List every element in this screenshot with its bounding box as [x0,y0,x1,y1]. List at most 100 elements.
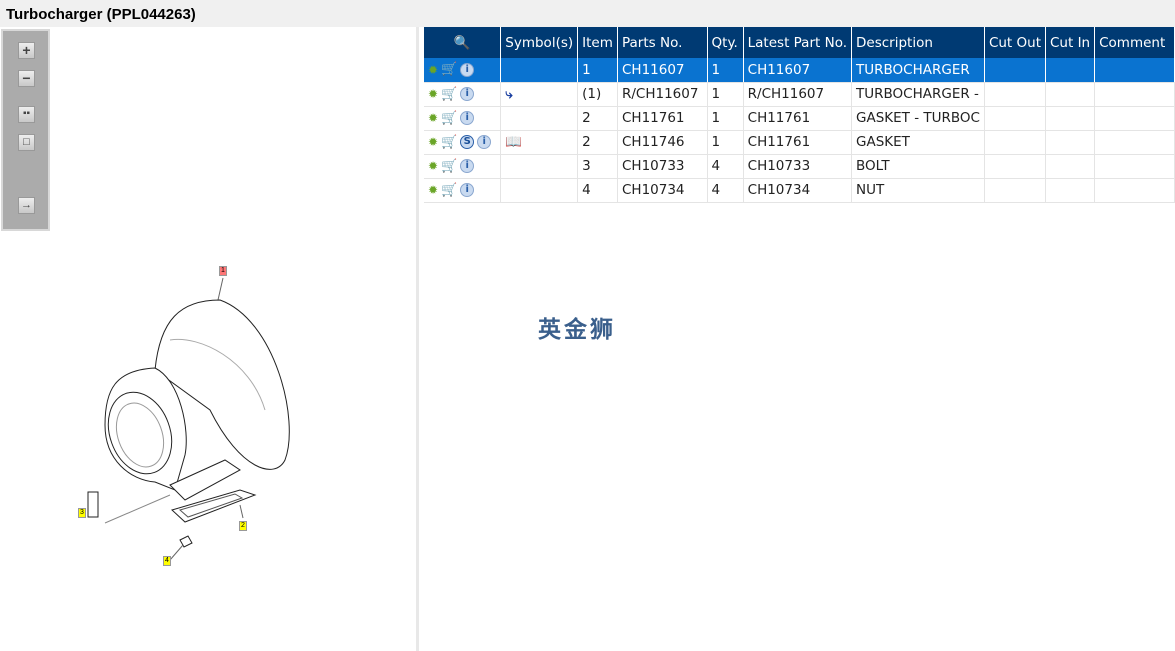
qty-cell: 1 [707,82,744,107]
replacement-icon[interactable]: ⤷ [505,86,513,102]
gear-icon[interactable]: ✹ [428,159,438,173]
cart-icon[interactable]: 🛒 [441,135,457,150]
zoom-in-icon[interactable]: + [18,42,35,59]
symbol-cell [500,154,579,179]
info-icon[interactable]: i [460,62,475,77]
comment-cell [1094,178,1175,203]
cut-in-cell [1045,178,1096,203]
item-cell: 2 [577,106,618,131]
cut-out-cell [984,82,1047,107]
cut-in-cell [1045,130,1096,155]
zoom-out-icon[interactable]: − [18,70,35,87]
item-cell: (1) [577,82,618,107]
info-icon[interactable]: i [460,111,475,125]
comment-cell [1094,106,1175,131]
diagram-toolbar: + − ▪▪ □ → [1,29,50,231]
col-parts-no[interactable]: Parts No. [617,27,708,58]
cart-icon[interactable]: 🛒 [441,87,457,102]
symbol-cell [500,106,579,131]
gear-icon[interactable]: ✹ [428,135,438,149]
latest-part-cell: CH11761 [743,106,853,131]
gear-icon[interactable]: ✹ [428,63,438,77]
description-cell: BOLT [851,154,985,179]
col-qty[interactable]: Qty. [707,27,744,58]
supersession-icon[interactable]: S [460,135,475,149]
item-cell: 1 [577,58,618,83]
callout-2[interactable]: 2 [239,521,247,531]
table-row[interactable]: ✹ 🛒 i 4 CH10734 4 CH10734 NUT [424,178,1175,203]
callout-4[interactable]: 4 [163,556,171,566]
cut-in-cell [1045,58,1096,83]
comment-cell [1094,154,1175,179]
gear-icon[interactable]: ✹ [428,111,438,125]
part-no-cell: CH11761 [617,106,708,131]
col-symbols[interactable]: Symbol(s) [500,27,579,58]
cart-icon[interactable]: 🛒 [441,159,457,174]
callout-1[interactable]: 1 [219,266,227,276]
book-icon[interactable]: 📖 [505,134,522,150]
item-cell: 4 [577,178,618,203]
qty-cell: 4 [707,178,744,203]
table-row[interactable]: ✹ 🛒 i 3 CH10733 4 CH10733 BOLT [424,154,1175,179]
item-cell: 2 [577,130,618,155]
cut-out-cell [984,58,1047,83]
part-no-cell: CH10734 [617,178,708,203]
col-comment[interactable]: Comment [1094,27,1175,58]
fit-all-icon[interactable]: ▪▪ [18,106,35,123]
cut-out-cell [984,154,1047,179]
description-cell: NUT [851,178,985,203]
latest-part-cell: CH11761 [743,130,853,155]
table-row[interactable]: ✹ 🛒 i ⤷ (1) R/CH11607 1 R/CH11607 TURBOCHA… [424,82,1175,107]
table-row[interactable]: ✹ 🛒 Si 📖 2 CH11746 1 CH11761 GASKET [424,130,1175,155]
comment-cell [1094,58,1175,83]
gear-icon[interactable]: ✹ [428,183,438,197]
cut-in-cell [1045,154,1096,179]
qty-cell: 1 [707,106,744,131]
part-no-cell: CH11746 [617,130,708,155]
cut-out-cell [984,178,1047,203]
qty-cell: 1 [707,130,744,155]
cut-in-cell [1045,106,1096,131]
info-icon[interactable]: i [460,159,475,173]
part-no-cell: R/CH11607 [617,82,708,107]
col-item[interactable]: Item [577,27,618,58]
comment-cell [1094,82,1175,107]
latest-part-cell: CH10733 [743,154,853,179]
gear-icon[interactable]: ✹ [428,87,438,101]
cut-out-cell [984,130,1047,155]
table-row[interactable]: ✹ 🛒 i 1 CH11607 1 CH11607 TURBOCHARGER [424,58,1175,83]
description-cell: TURBOCHARGER - [851,82,985,107]
symbol-cell [500,178,579,203]
col-cut-out[interactable]: Cut Out [984,27,1047,58]
qty-cell: 4 [707,154,744,179]
symbol-cell: ⤷ [500,82,579,107]
diagram-panel: + − ▪▪ □ → 1 2 3 4 [0,27,419,651]
symbol-cell: 📖 [500,130,579,155]
parts-list-panel: 🔍 Symbol(s) Item Parts No. Qty. Latest P… [424,27,1175,651]
table-row[interactable]: ✹ 🛒 i 2 CH11761 1 CH11761 GASKET - TURBOC [424,106,1175,131]
description-cell: GASKET [851,130,985,155]
cart-icon[interactable]: 🛒 [441,111,457,126]
info-icon[interactable]: i [460,87,475,101]
latest-part-cell: R/CH11607 [743,82,853,107]
col-latest-part-no[interactable]: Latest Part No. [743,27,853,58]
search-parts-icon[interactable]: 🔍 [424,27,502,58]
info-icon[interactable]: i [477,135,492,149]
callout-3[interactable]: 3 [78,508,86,518]
description-cell: TURBOCHARGER [851,58,985,83]
latest-part-cell: CH11607 [743,58,853,83]
description-cell: GASKET - TURBOC [851,106,985,131]
col-description[interactable]: Description [851,27,985,58]
cut-in-cell [1045,82,1096,107]
part-no-cell: CH11607 [617,58,708,83]
cart-icon[interactable]: 🛒 [441,62,457,77]
export-icon[interactable]: → [18,197,35,214]
cart-icon[interactable]: 🛒 [441,183,457,198]
window-title: Turbocharger (PPL044263) [0,0,1175,27]
latest-part-cell: CH10734 [743,178,853,203]
col-cut-in[interactable]: Cut In [1045,27,1096,58]
comment-cell [1094,130,1175,155]
info-icon[interactable]: i [460,183,475,197]
fit-window-icon[interactable]: □ [18,134,35,151]
qty-cell: 1 [707,58,744,83]
